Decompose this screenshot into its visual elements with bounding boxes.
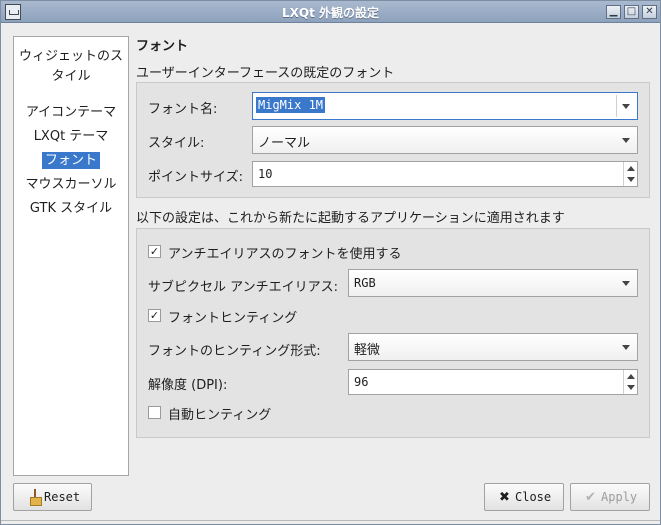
rendering-group: ✓ アンチエイリアスのフォントを使用する サブピクセル アンチエイリアス: RG… (136, 228, 650, 438)
dpi-spinbox[interactable]: 96 (348, 369, 638, 395)
hinting-checkbox[interactable]: ✓ (148, 309, 161, 322)
settings-window: LXQt 外観の設定 ▁ □ ✕ ウィジェットのスタイル アイコンテーマ LXQ… (0, 0, 661, 525)
hint-style-label: フォントのヒンティング形式: (148, 344, 321, 359)
sidebar-item-mouse-cursor[interactable]: マウスカーソル (14, 173, 128, 197)
sidebar-item-label: マウスカーソル (25, 177, 117, 192)
autohint-checkbox[interactable] (148, 406, 161, 419)
font-name-combobox[interactable]: MigMix 1M (252, 92, 638, 120)
chevron-down-icon[interactable] (622, 138, 630, 143)
point-size-value[interactable]: 10 (258, 167, 272, 181)
apply-button-label: Apply (601, 490, 638, 504)
reset-button[interactable]: Reset (13, 483, 92, 511)
sidebar-item-lxqt-theme[interactable]: LXQt テーマ (14, 125, 128, 149)
default-font-section-label: ユーザーインターフェースの既定のフォント (136, 66, 395, 81)
dpi-label: 解像度 (DPI): (148, 378, 228, 393)
hint-style-value: 軽微 (354, 343, 381, 358)
combo-separator (616, 95, 617, 117)
font-name-value[interactable]: MigMix 1M (256, 97, 326, 113)
close-button-label: Close (515, 490, 552, 504)
antialias-checkbox[interactable]: ✓ (148, 245, 161, 258)
reset-button-label: Reset (44, 490, 81, 504)
page-title: フォント (136, 39, 189, 54)
chevron-down-icon[interactable] (622, 281, 630, 286)
style-combobox[interactable]: ノーマル (252, 126, 638, 154)
spin-buttons[interactable] (623, 162, 637, 186)
point-size-label: ポイントサイズ: (148, 170, 243, 185)
spin-up-icon[interactable] (627, 166, 635, 171)
bottom-divider (1, 520, 660, 524)
sidebar-item-label: アイコンテーマ (25, 105, 117, 120)
minimize-button[interactable]: ▁ (606, 5, 621, 19)
close-button[interactable]: ✖ Close (484, 483, 564, 511)
close-window-button[interactable]: ✕ (642, 5, 657, 19)
style-value: ノーマル (258, 136, 311, 151)
sidebar-item-label: LXQt テーマ (33, 129, 109, 144)
maximize-button[interactable]: □ (624, 5, 639, 19)
dpi-value[interactable]: 96 (354, 375, 368, 389)
apply-note: 以下の設定は、これから新たに起動するアプリケーションに適用されます (136, 211, 565, 226)
sidebar-item-label: ウィジェットのスタイル (18, 49, 123, 84)
autohint-label[interactable]: 自動ヒンティング (168, 404, 271, 423)
checkmark-icon: ✔ (585, 490, 596, 505)
antialias-label[interactable]: アンチエイリアスのフォントを使用する (168, 243, 401, 262)
font-name-label: フォント名: (148, 102, 218, 117)
chevron-down-icon[interactable] (622, 345, 630, 350)
spin-down-icon[interactable] (627, 385, 635, 390)
hint-style-combobox[interactable]: 軽微 (348, 333, 638, 361)
sidebar-item-gtk-style[interactable]: GTK スタイル (14, 197, 128, 221)
subpixel-combobox[interactable]: RGB (348, 269, 638, 297)
sidebar-item-icon-theme[interactable]: アイコンテーマ (14, 101, 128, 125)
sidebar-item-label: フォント (41, 152, 100, 169)
broom-icon (30, 489, 42, 506)
hinting-label[interactable]: フォントヒンティング (168, 307, 297, 326)
subpixel-value: RGB (354, 276, 376, 290)
spin-buttons[interactable] (623, 370, 637, 394)
sidebar-item-font[interactable]: フォント (14, 149, 128, 173)
subpixel-label: サブピクセル アンチエイリアス: (148, 280, 338, 295)
close-icon: ✖ (499, 490, 510, 505)
style-label: スタイル: (148, 136, 205, 151)
title-bar[interactable]: LXQt 外観の設定 ▁ □ ✕ (1, 1, 660, 23)
window-title: LXQt 外観の設定 (281, 6, 379, 20)
sidebar-item-label: GTK スタイル (29, 201, 113, 216)
sidebar-item-widget-style[interactable]: ウィジェットのスタイル (14, 47, 128, 87)
category-list[interactable]: ウィジェットのスタイル アイコンテーマ LXQt テーマ フォント マウスカーソ… (13, 36, 129, 476)
apply-button[interactable]: ✔ Apply (570, 483, 650, 511)
chevron-down-icon[interactable] (622, 104, 630, 109)
point-size-spinbox[interactable]: 10 (252, 161, 638, 187)
spin-down-icon[interactable] (627, 177, 635, 182)
spin-up-icon[interactable] (627, 374, 635, 379)
default-font-group: フォント名: MigMix 1M スタイル: ノーマル ポイントサイズ: 10 (136, 82, 650, 198)
